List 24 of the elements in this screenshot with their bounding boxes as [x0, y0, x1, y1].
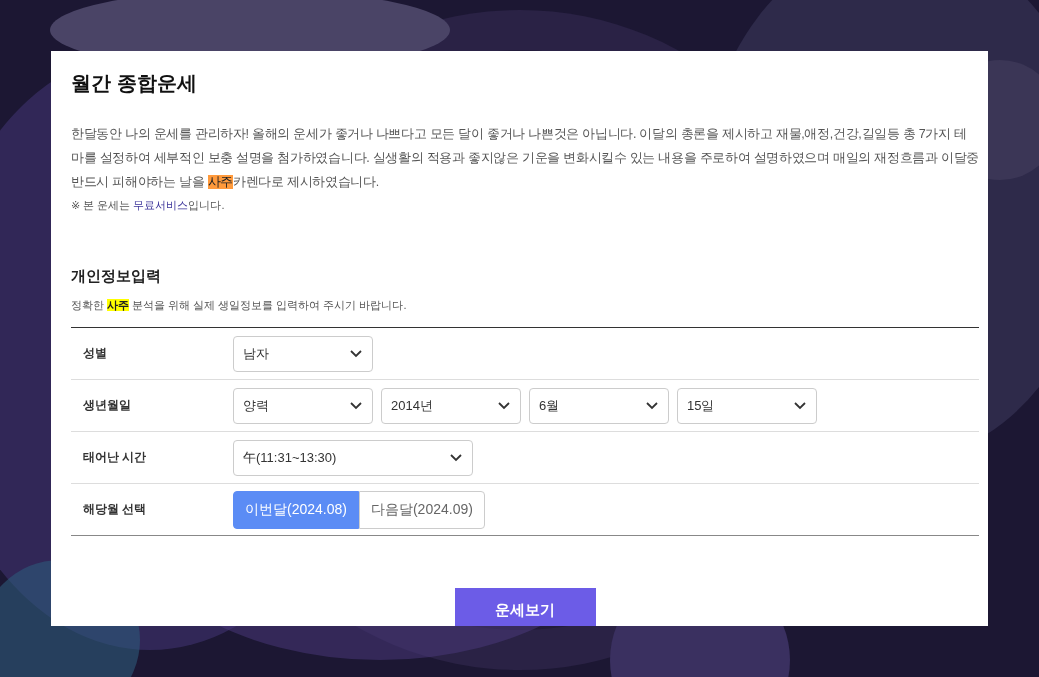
free-service-link[interactable]: 무료서비스: [133, 199, 189, 211]
dropdown-select[interactable]: 6월: [529, 387, 669, 424]
intro-paragraph: 한달동안 나의 운세를 관리하자! 올해의 운세가 좋거나 나쁘다고 모든 달이 좋거나 나쁜것은 아닙니다. 이달의 총론을 제시하고 재물,애정,건강,길일등 총 7가지 테마를 설정하여 세부적인 보충 설명을 첨가하였습니다. 실생활의 적용과 좋지않은 기운을 변화시킬수 있는 내용을 주로하여 설명하였으며 매일의 재정흐름과 이달중 반드시 피해야하는 날을 사주카렌다로 제시하였습니다.: [71, 126, 979, 191]
field-label: 해당월 선택: [82, 501, 148, 518]
field-label: 태어난 시간: [82, 449, 148, 466]
page-title: 월간 종합운세: [71, 71, 198, 96]
chevron-down-icon: [350, 401, 362, 410]
field-label: 성별: [82, 345, 108, 362]
chevron-down-icon: [350, 349, 362, 358]
chevron-down-icon: [646, 401, 658, 410]
chevron-down-icon: [450, 453, 462, 462]
section-hint: 정확한 사주 분석을 위해 실제 생일정보를 입력하여 주시기 바랍니다.: [71, 298, 408, 313]
dropdown-select[interactable]: 午(11:31~13:30): [233, 439, 473, 476]
field-label: 생년월일: [82, 397, 132, 414]
dropdown-select[interactable]: 남자: [233, 335, 373, 372]
chevron-down-icon: [794, 401, 806, 410]
notice-text: ※ 본 운세는 무료서비스입니다.: [71, 198, 226, 213]
dropdown-select[interactable]: 양력: [233, 387, 373, 424]
submit-button[interactable]: 운세보기: [454, 588, 596, 626]
dropdown-select[interactable]: 15일: [677, 387, 817, 424]
section-title: 개인정보입력: [71, 266, 162, 286]
month-toggle[interactable]: 다음달(2024.09): [358, 490, 485, 529]
dropdown-select[interactable]: 2014년: [381, 387, 521, 424]
chevron-down-icon: [498, 401, 510, 410]
